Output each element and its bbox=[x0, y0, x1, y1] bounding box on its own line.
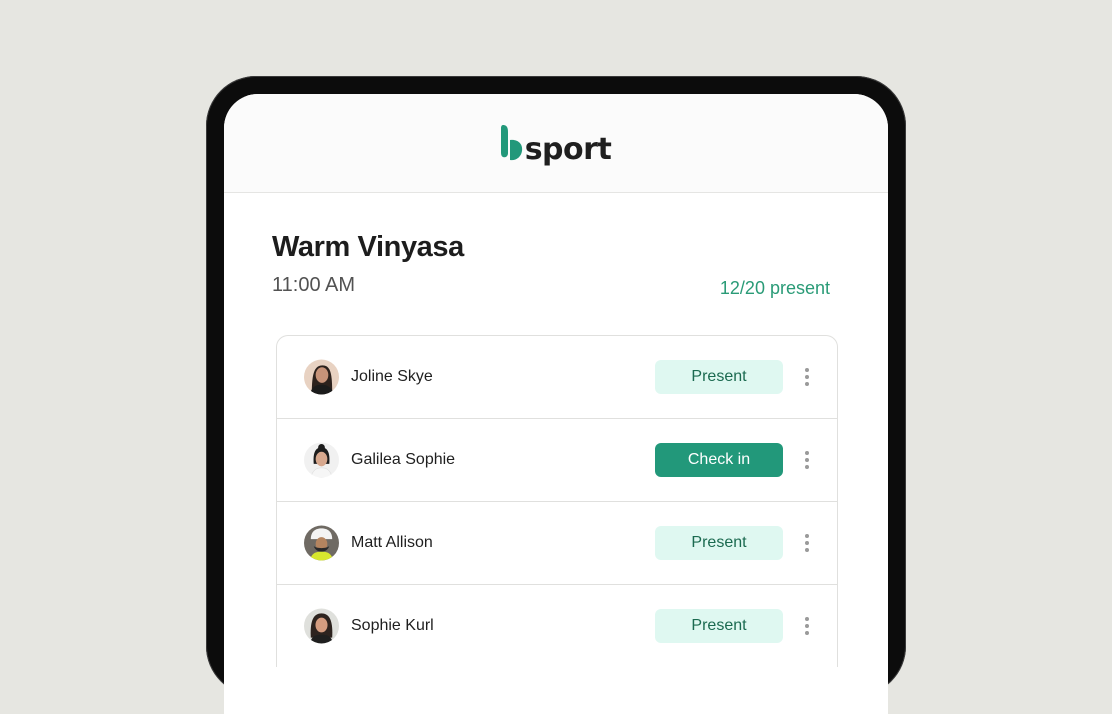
class-title: Warm Vinyasa bbox=[272, 231, 464, 263]
logo-mark-icon bbox=[500, 125, 522, 161]
attendance-count: 12/20 present bbox=[719, 278, 830, 298]
logo-wordmark: sport bbox=[524, 132, 612, 167]
avatar bbox=[304, 442, 339, 478]
class-detail: Warm Vinyasa 11:00 AM 12/20 present Joli… bbox=[224, 193, 888, 667]
attendee-row: Matt Allison Present bbox=[277, 502, 837, 585]
more-options-icon[interactable] bbox=[799, 448, 815, 472]
avatar bbox=[304, 359, 339, 395]
present-status-button[interactable]: Present bbox=[655, 526, 783, 560]
attendee-row: Galilea Sophie Check in bbox=[277, 419, 837, 502]
avatar-galilea-icon bbox=[304, 442, 339, 478]
tablet-screen: sport Warm Vinyasa 11:00 AM 12/20 presen… bbox=[224, 94, 888, 714]
more-options-icon[interactable] bbox=[799, 531, 815, 555]
attendee-name: Matt Allison bbox=[351, 534, 433, 551]
avatar bbox=[304, 608, 339, 644]
more-options-icon[interactable] bbox=[799, 614, 815, 638]
tablet-frame: sport Warm Vinyasa 11:00 AM 12/20 presen… bbox=[206, 76, 906, 714]
attendee-name: Galilea Sophie bbox=[351, 451, 456, 468]
attendee-name: Sophie Kurl bbox=[351, 617, 434, 634]
attendee-name: Joline Skye bbox=[351, 368, 433, 385]
bsport-logo: sport bbox=[500, 125, 612, 165]
attendee-row: Joline Skye Present bbox=[277, 336, 837, 419]
avatar-sophie-icon bbox=[304, 608, 339, 644]
attendee-list: Joline Skye Present Galilea Sophie Check… bbox=[276, 335, 838, 667]
avatar-matt-icon bbox=[304, 525, 339, 561]
app-header: sport bbox=[224, 94, 888, 193]
present-status-button[interactable]: Present bbox=[655, 360, 783, 394]
present-status-button[interactable]: Present bbox=[655, 609, 783, 643]
avatar-joline-icon bbox=[304, 359, 339, 395]
check-in-button[interactable]: Check in bbox=[655, 443, 783, 477]
more-options-icon[interactable] bbox=[799, 365, 815, 389]
avatar bbox=[304, 525, 339, 561]
class-header: Warm Vinyasa 11:00 AM 12/20 present bbox=[272, 231, 834, 335]
attendee-row: Sophie Kurl Present bbox=[277, 585, 837, 667]
